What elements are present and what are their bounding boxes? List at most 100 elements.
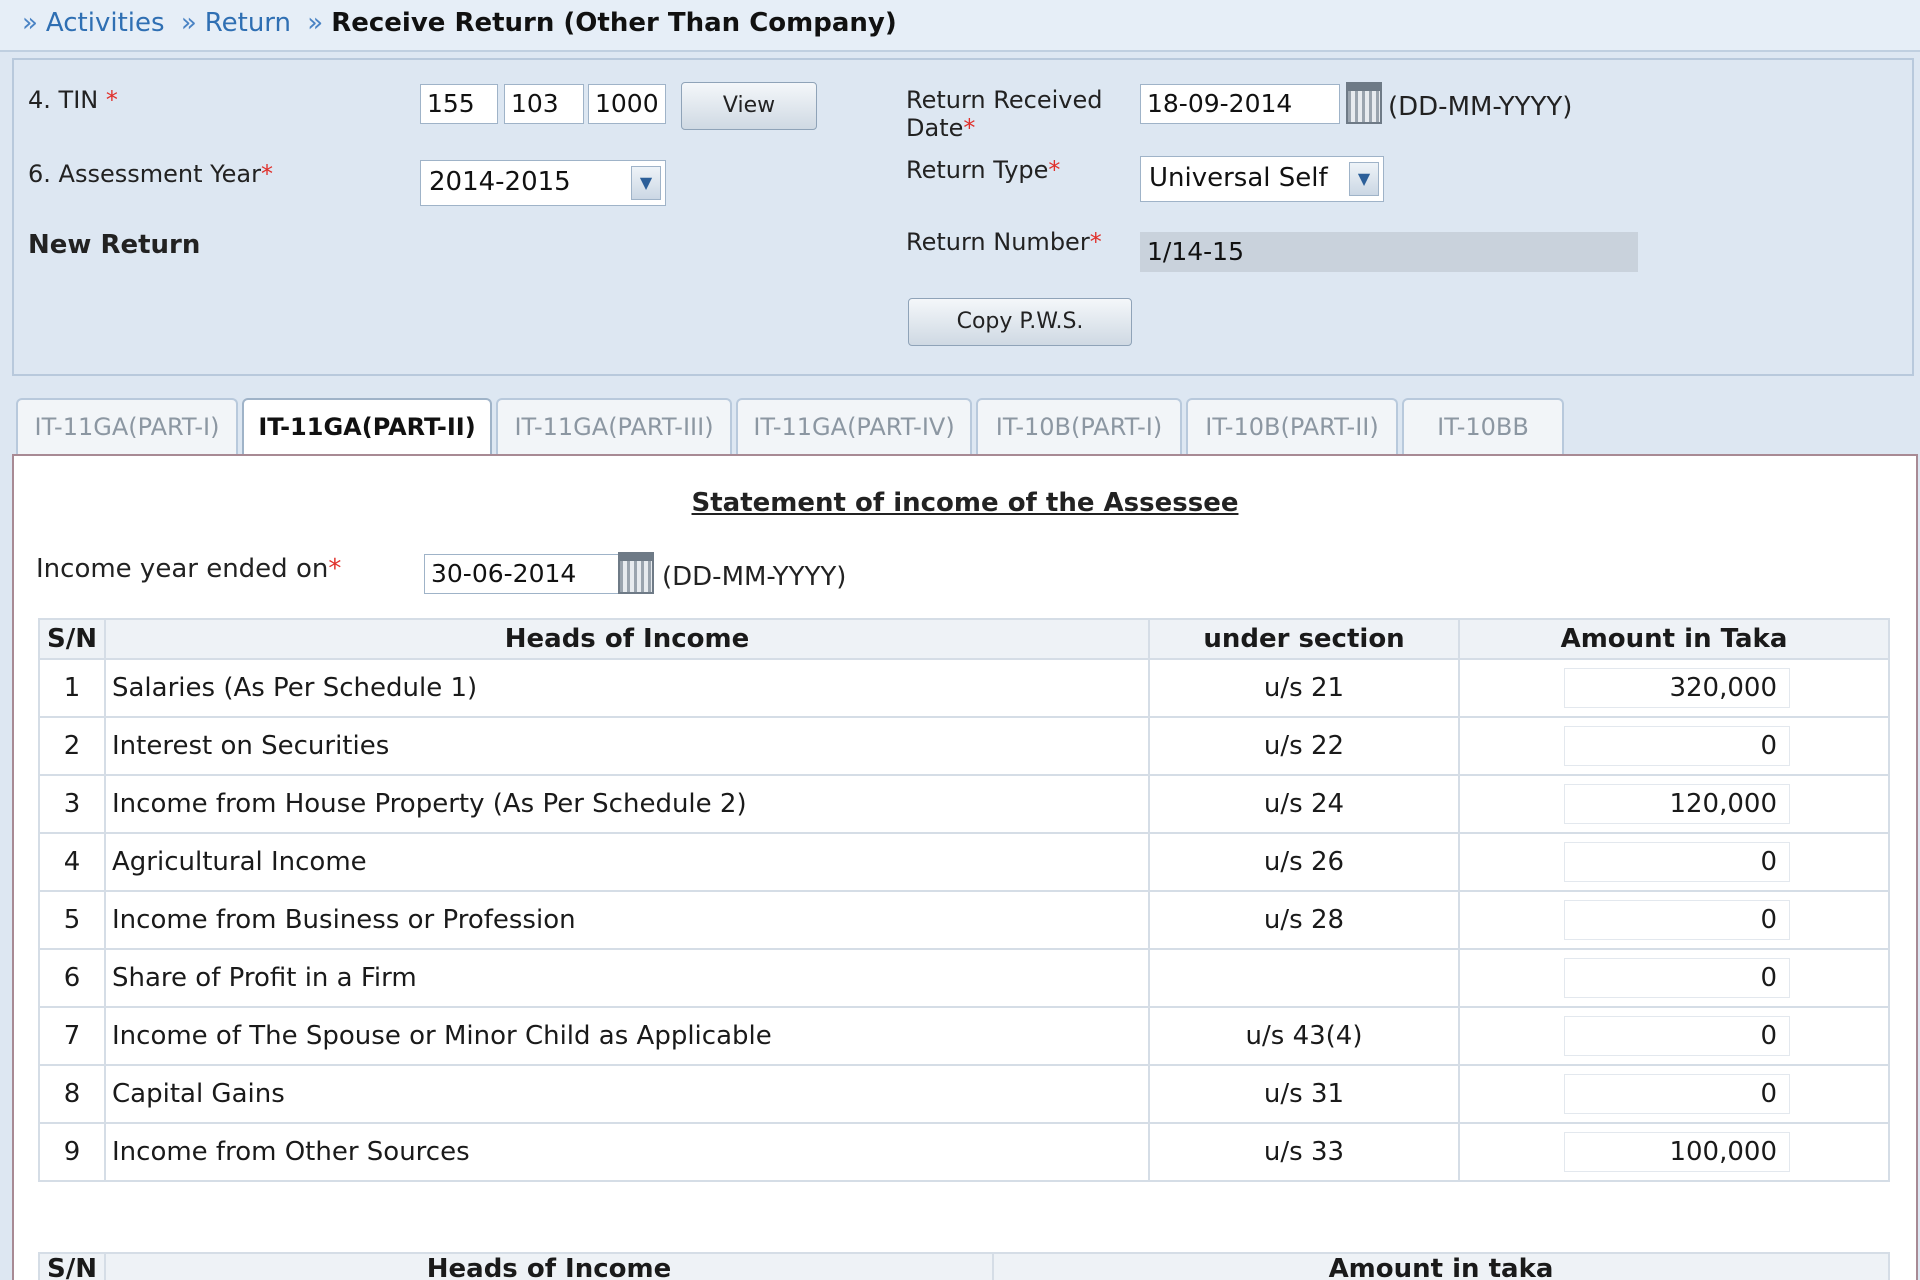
- table-row: 5 Income from Business or Profession u/s…: [38, 890, 1890, 950]
- table-row: 2 Interest on Securities u/s 22 0: [38, 716, 1890, 776]
- amount-input[interactable]: 0: [1564, 726, 1790, 766]
- return-type-label: Return Type*: [906, 156, 1061, 184]
- row-section: u/s 28: [1148, 890, 1460, 950]
- column-header-sn: S/N: [38, 1252, 106, 1280]
- tab-it10b-part1[interactable]: IT-10B(PART-I): [976, 398, 1182, 454]
- row-section: u/s 21: [1148, 658, 1460, 718]
- tin-part3-input[interactable]: 1000: [588, 84, 666, 124]
- received-date-input[interactable]: 18-09-2014: [1140, 84, 1340, 124]
- row-section: [1148, 948, 1460, 1008]
- row-section: u/s 33: [1148, 1122, 1460, 1182]
- amount-input[interactable]: 100,000: [1564, 1132, 1790, 1172]
- breadcrumb-separator: »: [22, 8, 38, 38]
- row-amount-cell: 0: [1458, 890, 1890, 950]
- assessment-year-label: 6. Assessment Year*: [28, 160, 273, 188]
- income-year-format: (DD-MM-YYYY): [662, 562, 847, 592]
- amount-input[interactable]: 0: [1564, 842, 1790, 882]
- row-sn: 4: [38, 832, 106, 892]
- return-number-label: Return Number*: [906, 228, 1102, 256]
- row-head: Share of Profit in a Firm: [104, 948, 1150, 1008]
- row-head: Interest on Securities: [104, 716, 1150, 776]
- amount-input[interactable]: 0: [1564, 958, 1790, 998]
- table-row: 6 Share of Profit in a Firm 0: [38, 948, 1890, 1008]
- table-row: 8 Capital Gains u/s 31 0: [38, 1064, 1890, 1124]
- tin-part1-input[interactable]: 155: [420, 84, 498, 124]
- row-section: u/s 31: [1148, 1064, 1460, 1124]
- view-button[interactable]: View: [681, 82, 817, 130]
- amount-input[interactable]: 0: [1564, 1016, 1790, 1056]
- row-head: Capital Gains: [104, 1064, 1150, 1124]
- calendar-icon[interactable]: [1346, 82, 1382, 124]
- row-head: Income of The Spouse or Minor Child as A…: [104, 1006, 1150, 1066]
- income-year-label: Income year ended on*: [36, 554, 342, 584]
- breadcrumb-activities-link[interactable]: Activities: [46, 8, 165, 38]
- row-head: Income from Other Sources: [104, 1122, 1150, 1182]
- tin-label: 4. TIN *: [28, 86, 118, 114]
- row-sn: 3: [38, 774, 106, 834]
- breadcrumb: » Activities » Return » Receive Return (Oth…: [0, 0, 1920, 52]
- table-row: 1 Salaries (As Per Schedule 1) u/s 21 32…: [38, 658, 1890, 718]
- copy-pws-button[interactable]: Copy P.W.S.: [908, 298, 1132, 346]
- tab-content-panel: Statement of income of the Assessee Inco…: [12, 454, 1918, 1280]
- second-income-table: S/N Heads of Income Amount in taka: [38, 1252, 1890, 1280]
- breadcrumb-separator: »: [307, 8, 324, 38]
- breadcrumb-separator: »: [180, 8, 197, 38]
- income-year-input[interactable]: 30-06-2014: [424, 554, 620, 594]
- tab-it11ga-part2[interactable]: IT-11GA(PART-II): [242, 398, 492, 456]
- row-head: Income from Business or Profession: [104, 890, 1150, 950]
- breadcrumb-current: Receive Return (Other Than Company): [331, 8, 897, 38]
- statement-title: Statement of income of the Assessee: [691, 488, 1239, 518]
- column-header-sn: S/N: [38, 618, 106, 660]
- row-section: u/s 43(4): [1148, 1006, 1460, 1066]
- assessment-year-select[interactable]: 2014-2015 ▼: [420, 160, 666, 206]
- table-row: 7 Income of The Spouse or Minor Child as…: [38, 1006, 1890, 1066]
- tab-it11ga-part4[interactable]: IT-11GA(PART-IV): [736, 398, 972, 454]
- column-header-heads: Heads of Income: [104, 1252, 994, 1280]
- tab-it10b-part2[interactable]: IT-10B(PART-II): [1186, 398, 1398, 454]
- row-head: Agricultural Income: [104, 832, 1150, 892]
- column-header-heads: Heads of Income: [104, 618, 1150, 660]
- table-header-row: S/N Heads of Income Amount in taka: [38, 1252, 1890, 1280]
- table-row: 9 Income from Other Sources u/s 33 100,0…: [38, 1122, 1890, 1182]
- income-table: S/N Heads of Income under section Amount…: [38, 618, 1890, 1182]
- row-amount-cell: 320,000: [1458, 658, 1890, 718]
- row-section: u/s 26: [1148, 832, 1460, 892]
- row-sn: 2: [38, 716, 106, 776]
- return-number-field: 1/14-15: [1140, 232, 1638, 272]
- tab-it10bb[interactable]: IT-10BB: [1402, 398, 1564, 454]
- amount-input[interactable]: 0: [1564, 900, 1790, 940]
- row-sn: 8: [38, 1064, 106, 1124]
- amount-input[interactable]: 120,000: [1564, 784, 1790, 824]
- row-sn: 9: [38, 1122, 106, 1182]
- table-header-row: S/N Heads of Income under section Amount…: [38, 618, 1890, 660]
- row-sn: 7: [38, 1006, 106, 1066]
- row-sn: 1: [38, 658, 106, 718]
- row-section: u/s 24: [1148, 774, 1460, 834]
- return-type-value: Universal Self: [1149, 163, 1328, 193]
- row-sn: 6: [38, 948, 106, 1008]
- tin-part2-input[interactable]: 103: [504, 84, 584, 124]
- row-section: u/s 22: [1148, 716, 1460, 776]
- table-row: 4 Agricultural Income u/s 26 0: [38, 832, 1890, 892]
- return-type-select[interactable]: Universal Self ▼: [1140, 156, 1384, 202]
- row-head: Income from House Property (As Per Sched…: [104, 774, 1150, 834]
- row-amount-cell: 100,000: [1458, 1122, 1890, 1182]
- amount-input[interactable]: 320,000: [1564, 668, 1790, 708]
- row-amount-cell: 0: [1458, 1064, 1890, 1124]
- calendar-icon[interactable]: [618, 552, 654, 594]
- amount-input[interactable]: 0: [1564, 1074, 1790, 1114]
- chevron-down-icon[interactable]: ▼: [631, 166, 661, 200]
- row-amount-cell: 0: [1458, 948, 1890, 1008]
- new-return-label: New Return: [28, 230, 201, 260]
- breadcrumb-return-link[interactable]: Return: [205, 8, 291, 38]
- tab-it11ga-part1[interactable]: IT-11GA(PART-I): [16, 398, 238, 454]
- row-amount-cell: 0: [1458, 716, 1890, 776]
- row-amount-cell: 0: [1458, 1006, 1890, 1066]
- chevron-down-icon[interactable]: ▼: [1349, 162, 1379, 196]
- column-header-amount: Amount in Taka: [1458, 618, 1890, 660]
- tab-it11ga-part3[interactable]: IT-11GA(PART-III): [496, 398, 732, 454]
- row-amount-cell: 120,000: [1458, 774, 1890, 834]
- received-date-label: Return Received Date*: [906, 86, 1103, 142]
- row-amount-cell: 0: [1458, 832, 1890, 892]
- assessment-year-value: 2014-2015: [429, 167, 571, 197]
